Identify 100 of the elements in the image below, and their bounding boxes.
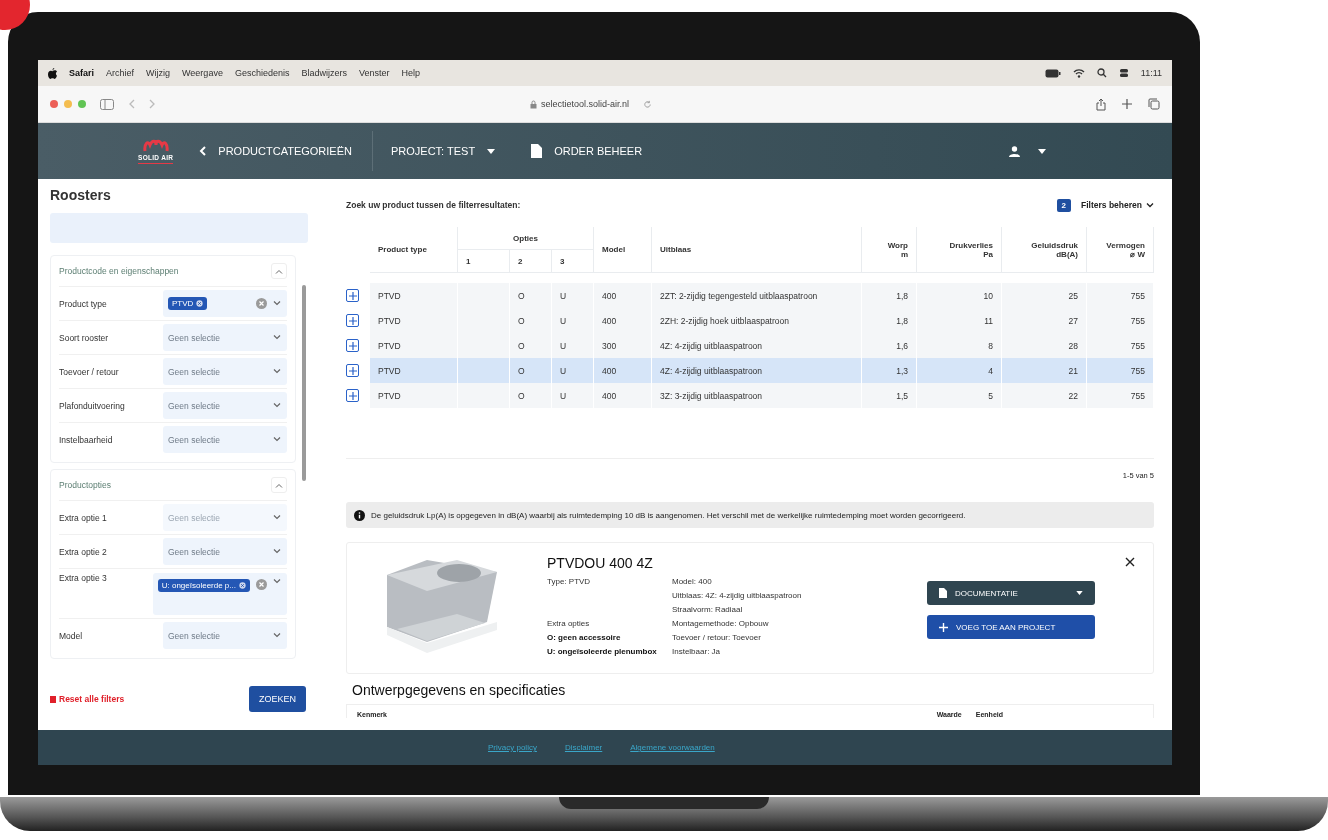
filter-label: Toevoer / retour xyxy=(59,366,120,377)
battery-icon xyxy=(1044,68,1061,78)
order-link[interactable]: ORDER BEHEER xyxy=(531,144,643,158)
chevron-down-icon xyxy=(273,335,281,340)
filter-label: Extra optie 1 xyxy=(59,512,108,523)
filter-group-title: Productcode en eigenschappen xyxy=(59,266,179,276)
back-nav-link[interactable]: PRODUCTCATEGORIEËN xyxy=(199,145,352,157)
table-row[interactable]: PTVD O U 400 3Z: 3-zijdig uitblaaspatroon 1,5 5 22 755 xyxy=(346,383,1154,408)
expand-button[interactable] xyxy=(346,339,359,352)
filter-select[interactable]: Geen selectie xyxy=(163,622,287,649)
filter-select[interactable]: Geen selectie xyxy=(163,358,287,385)
chevron-icon xyxy=(275,268,283,274)
window-controls[interactable] xyxy=(50,100,86,108)
tabs-icon[interactable] xyxy=(1148,98,1160,110)
expand-button[interactable] xyxy=(346,389,359,402)
clear-icon[interactable] xyxy=(256,298,267,309)
control-center-icon[interactable] xyxy=(1118,68,1129,78)
spec-line: Uitblaas: 4Z: 4-zijdig uitblaaspatroon xyxy=(672,590,802,602)
spec-line: Toevoer / retour: Toevoer xyxy=(672,632,762,644)
menu-item[interactable]: Wijzig xyxy=(146,68,171,78)
menu-item[interactable]: Bladwijzers xyxy=(301,68,347,78)
address-bar[interactable]: selectietool.solid-air.nl xyxy=(530,99,630,109)
caret-icon xyxy=(487,148,496,154)
column-header: 1 xyxy=(458,250,510,273)
filter-select[interactable]: Geen selectie xyxy=(163,426,287,453)
table-row[interactable]: PTVD O U 400 4Z: 4-zijdig uitblaaspatroon 1,3 4 21 755 xyxy=(346,358,1154,383)
table-row[interactable]: PTVD O U 400 2ZH: 2-zijdig hoek uitblaaspatroon 1,8 11 27 755 xyxy=(346,308,1154,333)
chevron-down-icon xyxy=(273,437,281,442)
product-type: Type: PTVD xyxy=(547,576,592,588)
filter-select[interactable]: Geen selectie xyxy=(163,538,287,565)
chevron-down-icon xyxy=(273,515,281,520)
manage-filters-button[interactable]: Filters beheren xyxy=(1081,200,1154,210)
plus-icon xyxy=(939,622,948,632)
wifi-icon xyxy=(1072,68,1085,78)
table-cell: 1,5 xyxy=(862,383,917,408)
plus-icon xyxy=(348,291,357,300)
menu-item[interactable]: Safari xyxy=(69,68,94,78)
footer-link[interactable]: Algemene voorwaarden xyxy=(630,743,715,752)
column-header: Drukverlies Pa xyxy=(917,227,1002,273)
document-icon xyxy=(531,144,543,158)
extra-options-label: Extra opties xyxy=(547,618,591,630)
plus-icon xyxy=(348,366,357,375)
apple-icon xyxy=(48,67,57,79)
table-cell: U xyxy=(552,383,594,408)
filter-select[interactable]: Geen selectie xyxy=(163,324,287,351)
sidebar-icon[interactable] xyxy=(100,98,114,110)
info-text: De geluidsdruk Lp(A) is opgegeven in dB(A) waarbij als ruimtedemping 10 dB is aangenomen. Het verschil met de werkelijke ruimtedemping moet worden gecorrigeerd. xyxy=(371,510,966,520)
chevron-down-icon xyxy=(273,301,281,306)
filter-group-title: Productopties xyxy=(59,480,111,490)
search-icon[interactable] xyxy=(1096,68,1107,78)
menu-item[interactable]: Archief xyxy=(106,68,135,78)
filter-label: Instelbaarheid xyxy=(59,434,114,445)
filter-select[interactable]: PTVD xyxy=(163,290,287,317)
spec-line: Straalvorm: Radiaal xyxy=(672,604,744,616)
user-menu[interactable] xyxy=(1009,145,1046,157)
filter-label: Model xyxy=(59,630,84,641)
extra-option: O: geen accessoire xyxy=(547,631,672,645)
plus-icon xyxy=(348,316,357,325)
expand-button[interactable] xyxy=(346,314,359,327)
filter-select[interactable]: U: ongeïsoleerde p... xyxy=(152,573,287,615)
clear-icon[interactable] xyxy=(256,579,267,590)
share-icon[interactable] xyxy=(1096,97,1106,111)
table-row[interactable]: PTVD O U 400 2ZT: 2-zijdig tegengesteld uitblaaspatroon 1,8 10 25 755 xyxy=(346,283,1154,308)
filter-label: Plafonduitvoering xyxy=(59,400,126,411)
spec-line: Instelbaar: Ja xyxy=(672,646,722,658)
reset-filters-link[interactable]: Reset alle filters xyxy=(50,694,125,704)
filter-label: Product type xyxy=(59,298,108,309)
caret-icon xyxy=(1038,148,1046,154)
plus-icon[interactable] xyxy=(1122,99,1132,109)
expand-button[interactable] xyxy=(346,289,359,302)
scrollbar[interactable] xyxy=(302,285,306,481)
search-button[interactable]: ZOEKEN xyxy=(249,686,306,712)
remove-chip-icon[interactable] xyxy=(196,300,204,307)
menu-item[interactable]: Weergave xyxy=(182,68,223,78)
column-header: Uitblaas xyxy=(652,227,862,273)
filter-chip[interactable]: U: ongeïsoleerde p... xyxy=(157,579,250,592)
menu-item[interactable]: Geschiedenis xyxy=(234,68,290,78)
footer-link[interactable]: Disclaimer xyxy=(564,743,603,752)
clock-time: 11:11 xyxy=(1140,68,1162,78)
table-cell: 400 xyxy=(594,383,652,408)
table-row[interactable]: PTVD O U 300 4Z: 4-zijdig uitblaaspatroon 1,6 8 28 755 xyxy=(346,333,1154,358)
footer-link[interactable]: Privacy policy xyxy=(488,743,537,752)
filter-select[interactable]: Geen selectie xyxy=(163,392,287,419)
menu-item[interactable]: Help xyxy=(401,68,420,78)
project-dropdown[interactable]: PROJECT: TEST xyxy=(390,145,496,157)
table-cell: O xyxy=(510,383,552,408)
chevron-icon xyxy=(275,482,283,488)
remove-chip-icon[interactable] xyxy=(239,582,246,589)
column-header: Worp m xyxy=(862,227,917,273)
expand-button[interactable] xyxy=(346,364,359,377)
menu-item[interactable]: Venster xyxy=(358,68,390,78)
filter-chip[interactable]: PTVD xyxy=(168,297,208,310)
chevron-down-icon xyxy=(273,403,281,408)
column-header: Vermogen ⌀ W xyxy=(1087,227,1154,273)
info-icon xyxy=(354,509,365,521)
table-cell: PTVD xyxy=(370,383,458,408)
extra-option: U: ongeïsoleerde plenumbox xyxy=(547,645,672,659)
filter-label: Extra optie 3 xyxy=(59,573,108,583)
documentation-dropdown[interactable]: DOCUMENTATIE xyxy=(927,581,1095,605)
add-to-project-button[interactable]: VOEG TOE AAN PROJECT xyxy=(927,615,1095,639)
